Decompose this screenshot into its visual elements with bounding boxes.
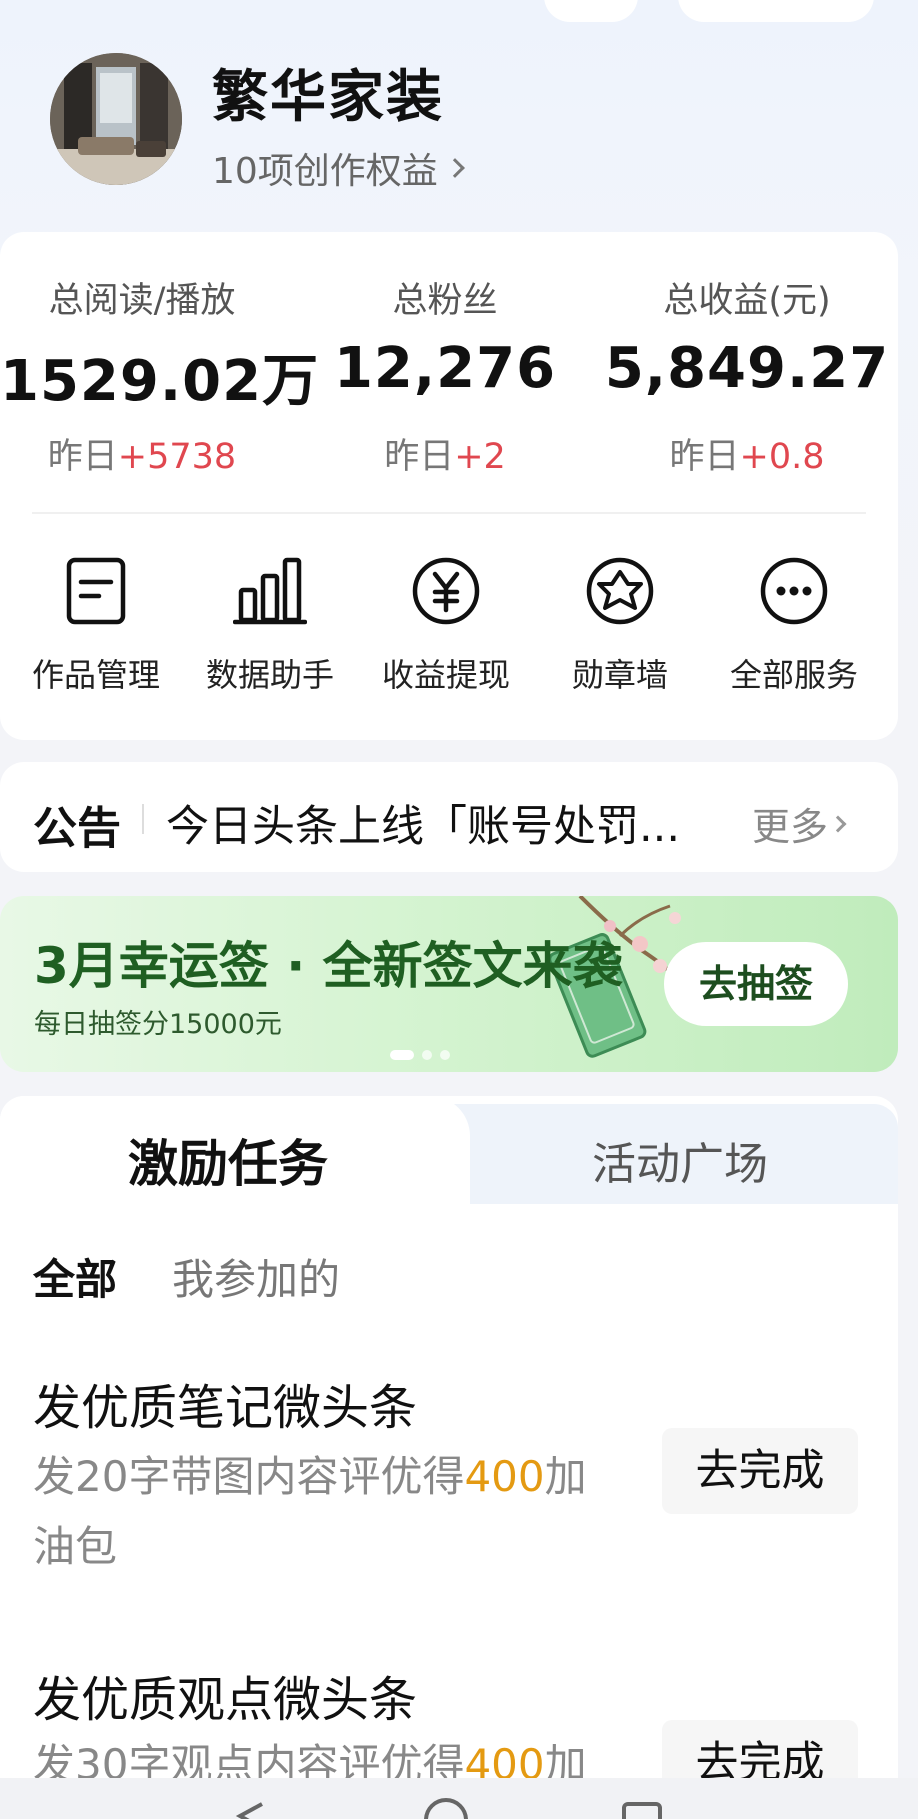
task-reward-amount: 400 — [464, 1740, 545, 1778]
top-action-button[interactable] — [544, 0, 638, 22]
carousel-dot — [422, 1050, 432, 1060]
service-medal-wall[interactable]: 勋章墙 — [532, 554, 708, 696]
yen-coin-icon — [409, 554, 483, 628]
filter-all[interactable]: 全部 — [33, 1246, 117, 1307]
stat-label: 总粉丝 — [392, 281, 498, 321]
task-title: 发优质笔记微头条 — [33, 1380, 418, 1436]
notice-text[interactable]: 今日头条上线「账号处罚... — [166, 792, 706, 854]
carousel-indicator — [390, 1050, 450, 1060]
bar-chart-icon — [233, 554, 307, 628]
stat-value: 1529.02万 — [0, 349, 320, 414]
system-nav-bar — [0, 1778, 918, 1819]
task-desc-text: 加 — [544, 1740, 587, 1778]
notice-more-label: 更多 — [752, 805, 829, 849]
chevron-right-icon — [444, 158, 465, 178]
top-action-button-wide[interactable] — [678, 0, 874, 22]
task-title: 发优质观点微头条 — [33, 1672, 418, 1728]
service-content-management[interactable]: 作品管理 — [8, 554, 184, 696]
carousel-dot — [440, 1050, 450, 1060]
task-desc-text: 发20字带图内容评优得 — [33, 1452, 465, 1501]
stat-delta-prefix: 昨日 — [47, 437, 118, 477]
stat-delta-value: +0.8 — [739, 437, 825, 477]
service-label: 全部服务 — [729, 656, 858, 694]
recents-icon — [622, 1802, 662, 1819]
stats-card: 总阅读/播放 1529.02万 昨日+5738 总粉丝 12,276 昨日+2 … — [0, 232, 898, 740]
service-income-withdraw[interactable]: 收益提现 — [358, 554, 534, 696]
chevron-right-icon — [829, 815, 847, 832]
document-icon — [59, 554, 133, 628]
stat-label: 总阅读/播放 — [48, 281, 236, 321]
back-icon — [235, 1802, 263, 1819]
stat-delta: 昨日+0.8 — [600, 428, 894, 479]
stat-value: 12,276 — [333, 336, 557, 401]
task-reward-amount: 400 — [464, 1452, 545, 1501]
service-all-services[interactable]: 全部服务 — [706, 554, 882, 696]
banner-subtitle: 每日抽签分15000元 — [34, 1009, 282, 1040]
avatar-image — [50, 53, 182, 185]
medal-icon — [583, 554, 657, 628]
home-icon — [424, 1798, 468, 1819]
task-description: 发20字带图内容评优得400加油包 — [33, 1442, 628, 1582]
profile-name: 繁华家装 — [212, 65, 444, 130]
stat-label: 总收益(元) — [663, 281, 831, 321]
stat-delta-value: +2 — [454, 437, 506, 477]
complete-task-button[interactable]: 去完成 — [662, 1428, 858, 1514]
notice-bar[interactable]: 公告 今日头条上线「账号处罚... 更多 — [0, 762, 898, 872]
notice-tag: 公告 — [33, 803, 121, 854]
stat-delta: 昨日+2 — [300, 428, 590, 479]
service-label: 作品管理 — [31, 656, 160, 694]
tab-activity-square-label[interactable]: 活动广场 — [592, 1128, 768, 1192]
service-data-assistant[interactable]: 数据助手 — [182, 554, 358, 696]
avatar[interactable] — [50, 53, 182, 185]
lucky-draw-banner[interactable]: 3月幸运签 · 全新签文来袭 每日抽签分15000元 去抽签 — [0, 896, 898, 1072]
service-label: 勋章墙 — [571, 656, 668, 694]
draw-lot-button[interactable]: 去抽签 — [664, 942, 848, 1026]
complete-task-button[interactable]: 去完成 — [662, 1720, 858, 1778]
tab-incentive-tasks-label[interactable]: 激励任务 — [128, 1124, 328, 1196]
notice-separator — [142, 804, 144, 834]
stats-divider — [32, 512, 866, 514]
service-label: 数据助手 — [205, 656, 334, 694]
stat-delta-prefix: 昨日 — [384, 437, 455, 477]
stat-delta-prefix: 昨日 — [669, 437, 740, 477]
stat-delta: 昨日+5738 — [0, 428, 284, 479]
task-description: 发30字观点内容评优得400加 — [33, 1730, 628, 1778]
stat-value: 5,849.27 — [604, 336, 890, 401]
filter-joined[interactable]: 我参加的 — [172, 1246, 340, 1307]
stat-delta-value: +5738 — [117, 437, 237, 477]
creator-rights-link[interactable]: 10项创作权益 — [212, 142, 465, 194]
creator-rights-label: 10项创作权益 — [212, 151, 438, 192]
banner-title: 3月幸运签 · 全新签文来袭 — [34, 937, 623, 995]
notice-more-link[interactable]: 更多 — [752, 796, 847, 851]
carousel-dot-active — [390, 1050, 414, 1060]
task-desc-text: 发30字观点内容评优得 — [33, 1740, 465, 1778]
service-label: 收益提现 — [381, 656, 510, 694]
more-icon — [757, 554, 831, 628]
